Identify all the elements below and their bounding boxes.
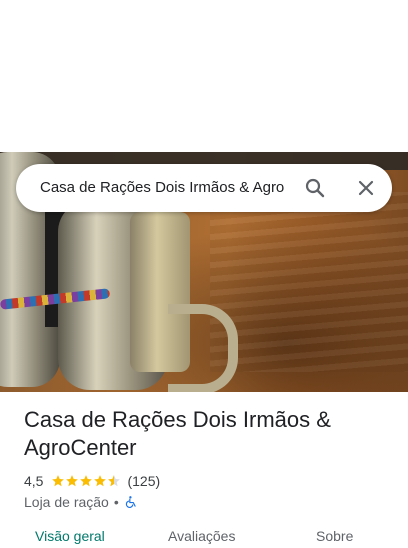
close-icon[interactable] xyxy=(354,176,378,200)
search-input[interactable]: Casa de Rações Dois Irmãos & Agro xyxy=(40,164,290,212)
photo-wood-texture xyxy=(210,192,408,372)
separator-dot: • xyxy=(113,494,119,510)
tab-reviews[interactable]: Avaliações xyxy=(168,528,235,544)
star-icon xyxy=(94,475,107,487)
search-bar[interactable]: Casa de Rações Dois Irmãos & Agro xyxy=(16,164,392,212)
map-top-area xyxy=(0,0,408,152)
star-icon xyxy=(80,475,93,487)
tab-bar: Visão geral Avaliações Sobre xyxy=(0,528,408,548)
star-icon xyxy=(66,475,79,487)
rating-stars xyxy=(51,474,121,488)
wheelchair-icon xyxy=(125,496,136,508)
rating-value: 4,5 xyxy=(24,473,44,489)
category-row: Loja de ração • xyxy=(24,493,138,511)
review-count[interactable]: (125) xyxy=(127,473,160,489)
place-category: Loja de ração xyxy=(24,494,109,510)
photo-object-guard xyxy=(168,304,238,392)
tab-about[interactable]: Sobre xyxy=(316,528,353,544)
tab-overview[interactable]: Visão geral xyxy=(35,528,105,544)
place-title: Casa de Rações Dois Irmãos & AgroCenter xyxy=(24,407,331,460)
search-icon[interactable] xyxy=(303,176,327,200)
rating-row[interactable]: 4,5 (125) xyxy=(24,472,160,490)
star-icon xyxy=(52,475,65,487)
star-half-icon xyxy=(108,475,121,487)
